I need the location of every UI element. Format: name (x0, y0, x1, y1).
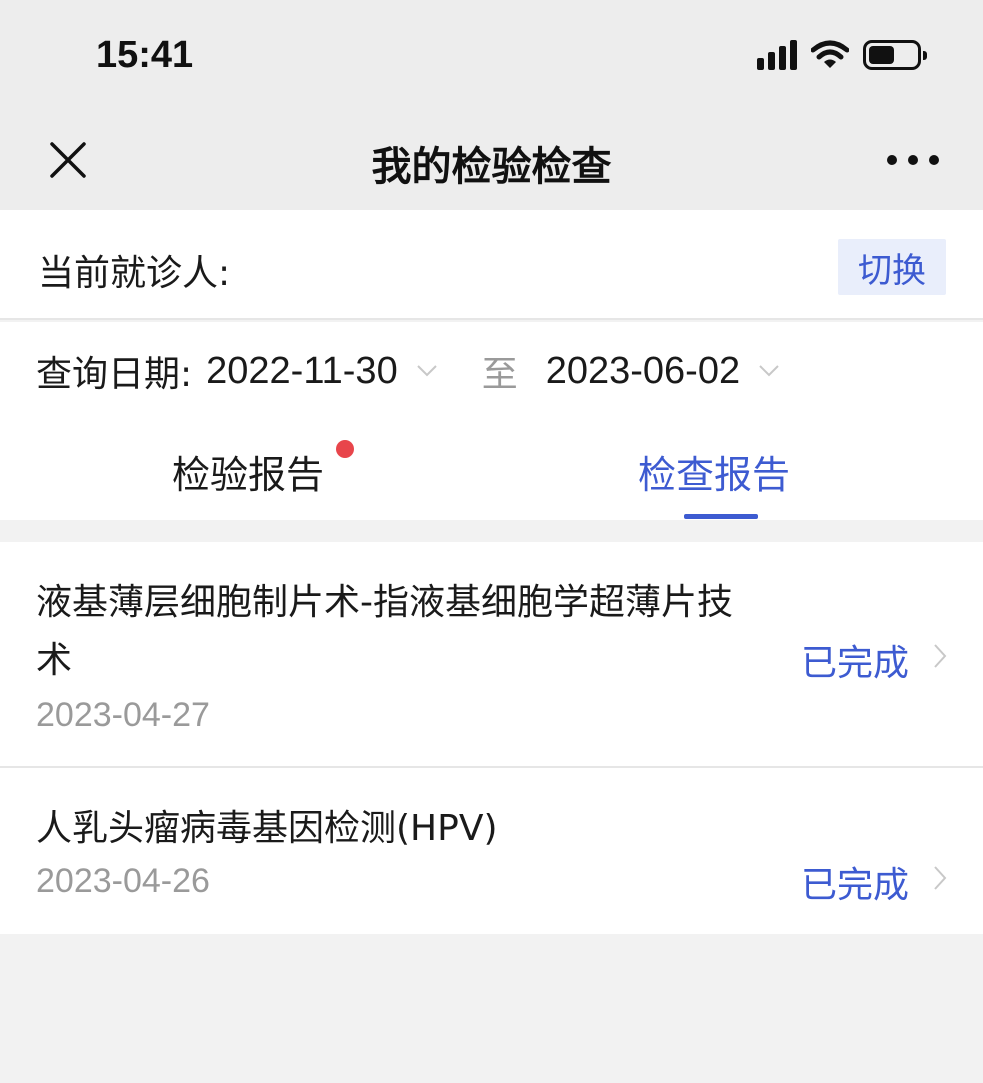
page-title: 我的检验检查 (371, 144, 612, 190)
battery-icon (863, 40, 927, 70)
list-item[interactable]: 人乳头瘤病毒基因检测(HPV) 2023-04-26 已完成 (0, 768, 983, 934)
status-bar: 15:41 (0, 0, 983, 110)
report-list: 液基薄层细胞制片术-指液基细胞学超薄片技术 2023-04-27 已完成 人乳头… (0, 542, 983, 934)
tab-exam-report[interactable]: 检查报告 (638, 444, 790, 499)
end-date-select[interactable]: 2023-06-02 (546, 350, 740, 393)
chevron-right-icon (934, 866, 947, 890)
nav-bar: 我的检验检查 (0, 110, 983, 210)
date-separator: 至 (481, 354, 518, 395)
chevron-down-icon[interactable] (416, 364, 438, 378)
status-time: 15:41 (96, 34, 194, 76)
report-status: 已完成 (800, 865, 909, 906)
cellular-signal-icon (757, 40, 797, 70)
active-tab-indicator (684, 514, 758, 519)
chevron-down-icon[interactable] (758, 364, 780, 378)
report-date: 2023-04-27 (36, 696, 210, 734)
report-name: 人乳头瘤病毒基因检测(HPV) (36, 808, 498, 849)
chevron-right-icon (934, 644, 947, 668)
tab-lab-report[interactable]: 检验报告 (172, 444, 324, 499)
list-item[interactable]: 液基薄层细胞制片术-指液基细胞学超薄片技术 2023-04-27 已完成 (0, 542, 983, 768)
switch-patient-button[interactable]: 切换 (838, 239, 946, 295)
patient-row: 当前就诊人: 切换 (0, 210, 983, 320)
report-date: 2023-04-26 (36, 862, 210, 900)
unread-badge (336, 440, 354, 458)
date-filter: 查询日期: 2022-11-30 至 2023-06-02 (36, 348, 824, 395)
date-label: 查询日期: (36, 354, 193, 395)
report-status: 已完成 (800, 643, 909, 684)
start-date-select[interactable]: 2022-11-30 (206, 350, 398, 393)
current-patient-label: 当前就诊人: (38, 253, 231, 294)
wifi-icon (811, 40, 849, 68)
filter-area: 查询日期: 2022-11-30 至 2023-06-02 检验报告 检查报告 (0, 322, 983, 520)
status-icons (757, 38, 927, 72)
more-icon[interactable] (887, 150, 939, 170)
report-name: 液基薄层细胞制片术-指液基细胞学超薄片技术 (36, 582, 733, 681)
